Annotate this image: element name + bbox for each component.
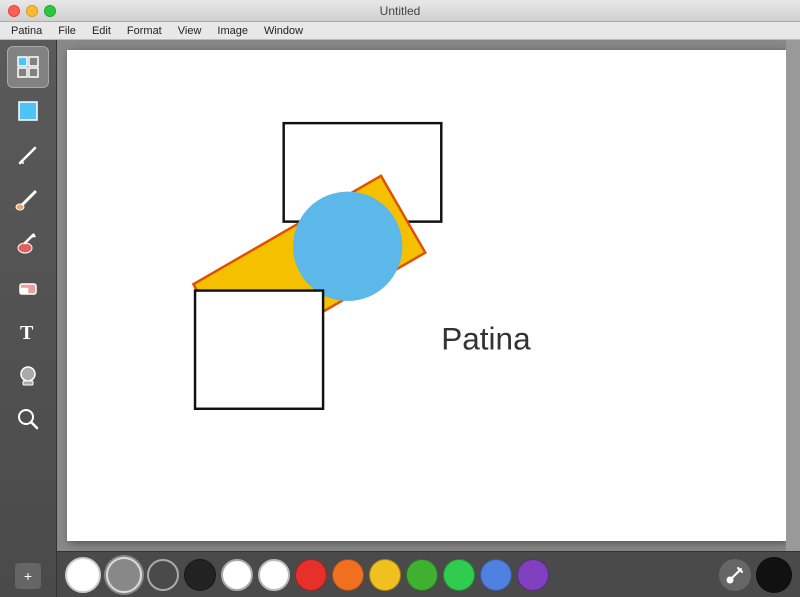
color-swatch-green[interactable] [443,559,475,591]
color-swatch-red[interactable] [295,559,327,591]
color-swatch-blue[interactable] [480,559,512,591]
svg-text:Patina: Patina [441,321,531,357]
color-swatch-white[interactable] [221,559,253,591]
zoom-tool[interactable] [7,398,49,440]
app-body: T + [0,40,800,597]
canvas[interactable]: Patina [67,50,786,541]
color-swatch-yellow[interactable] [369,559,401,591]
brush-tool[interactable] [7,178,49,220]
pencil-tool[interactable] [7,134,49,176]
eraser-tool[interactable] [7,266,49,308]
canvas-scroll[interactable]: Patina [57,40,800,551]
color-swatch-dark-green[interactable] [406,559,438,591]
traffic-lights [8,5,56,17]
grid-tool[interactable] [7,46,49,88]
menu-format[interactable]: Format [120,24,169,38]
zoom-plus-button[interactable]: + [15,563,41,589]
current-color-swatch[interactable] [65,557,101,593]
menu-view[interactable]: View [171,24,209,38]
menu-file[interactable]: File [51,24,83,38]
select-tool[interactable] [7,90,49,132]
canvas-area: Patina [57,40,800,597]
color-swatch-orange[interactable] [332,559,364,591]
vertical-scrollbar[interactable] [786,40,800,551]
menu-edit[interactable]: Edit [85,24,118,38]
palette-bar [57,551,800,597]
maximize-button[interactable] [44,5,56,17]
svg-text:T: T [20,322,34,344]
color-swatch-selector[interactable] [106,557,142,593]
stamp-tool[interactable] [7,354,49,396]
menubar: Patina File Edit Format View Image Windo… [0,22,800,40]
titlebar: Untitled [0,0,800,22]
menu-patina[interactable]: Patina [4,24,49,38]
color-swatch-black-right[interactable] [756,557,792,593]
text-tool[interactable]: T [7,310,49,352]
close-button[interactable] [8,5,20,17]
drawing-svg: Patina [67,50,786,541]
color-swatch-purple[interactable] [517,559,549,591]
toolbar: T + [0,40,57,597]
window-title: Untitled [380,4,421,18]
color-swatch-outline[interactable] [147,559,179,591]
menu-window[interactable]: Window [257,24,310,38]
menu-image[interactable]: Image [210,24,255,38]
paint-tool[interactable] [7,222,49,264]
eyedropper-button[interactable] [719,559,751,591]
minimize-button[interactable] [26,5,38,17]
color-swatch-light-gray[interactable] [258,559,290,591]
color-swatch-black[interactable] [184,559,216,591]
